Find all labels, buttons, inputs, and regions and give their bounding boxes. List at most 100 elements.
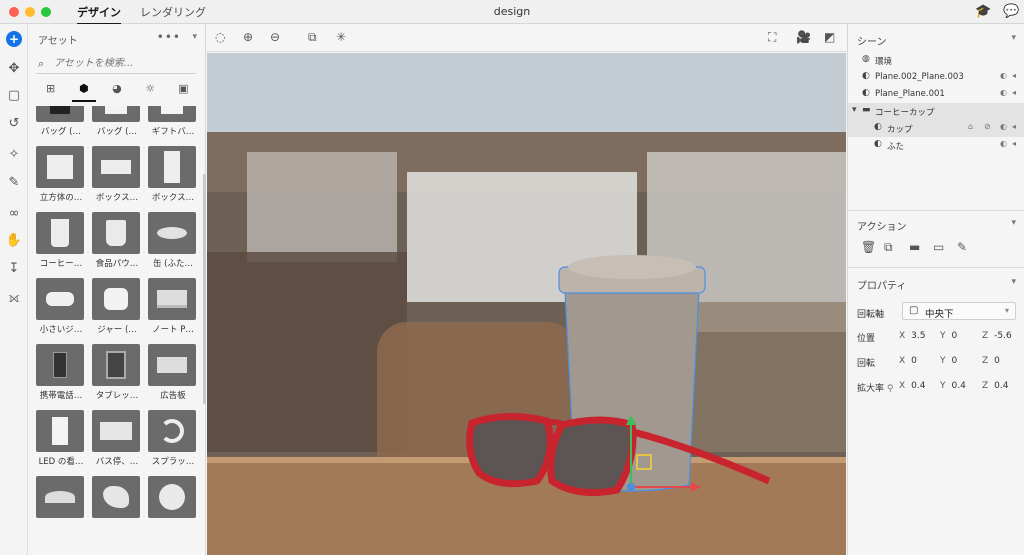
asset-item[interactable]: スプラッ…	[146, 410, 198, 468]
rotation-x-field[interactable]: X0	[899, 356, 917, 366]
asset-item[interactable]	[146, 476, 198, 534]
tab-rendering[interactable]: レンダリング	[140, 4, 206, 20]
network-icon[interactable]: ✳	[336, 30, 346, 44]
scene-item[interactable]: ◐ ふた ◐ ◂	[848, 137, 1024, 154]
asset-item[interactable]: コーヒー…	[34, 212, 86, 270]
chevron-down-icon[interactable]: ▾	[1011, 33, 1016, 43]
sunglasses[interactable]	[466, 412, 771, 497]
material-icon[interactable]: ◐	[1000, 139, 1007, 148]
link-icon[interactable]: ⚲	[884, 384, 894, 394]
minimize-window-button[interactable]	[25, 7, 35, 17]
hand-icon[interactable]: ✋	[4, 230, 24, 250]
magic-wand-icon[interactable]: ✧	[4, 144, 24, 164]
scale-z-field[interactable]: Z 0.4	[982, 381, 1009, 391]
position-z-field[interactable]: Z -5.6	[982, 331, 1012, 341]
material-icon[interactable]: ◐	[1000, 71, 1007, 80]
group-icon[interactable]: ▬	[909, 240, 920, 254]
assets-panel: アセット ••• ▾ ⌕ ⊞ ⬢ ◕ ☼ ▣ バッグ (… バッグ (… ギフトバ……	[28, 24, 206, 555]
asset-label: ボックス…	[95, 193, 139, 203]
position-x-field[interactable]: X 3.5	[899, 331, 926, 341]
scene-item[interactable]: ◐ カップ ⌂ ⊘ ◐ ◂	[848, 120, 1024, 137]
scene-item[interactable]: ◍ 環境	[848, 52, 1024, 69]
image-icon[interactable]: ▣	[171, 82, 195, 102]
asset-item[interactable]: ジャー (…	[90, 278, 142, 336]
delete-icon[interactable]: 🗑	[861, 240, 876, 254]
asset-label: バッグ (…	[96, 127, 138, 137]
material-icon[interactable]: ◐	[1000, 88, 1007, 97]
asset-item[interactable]: タブレッ…	[90, 344, 142, 402]
chevron-down-icon[interactable]: ▾	[192, 32, 197, 42]
asset-item[interactable]: 小さいジ…	[34, 278, 86, 336]
search-input[interactable]	[52, 55, 192, 72]
learn-icon[interactable]: 🎓	[975, 4, 991, 19]
eyedropper-icon[interactable]: ✎	[957, 240, 967, 254]
scene-item[interactable]: ▾ ▬ コーヒーカップ	[848, 103, 1024, 120]
pivot-select[interactable]: ▢ 中央下 ▾	[902, 302, 1016, 320]
subtract-selection-icon[interactable]: ⊖	[270, 30, 280, 44]
asset-item[interactable]: バッグ (…	[34, 106, 86, 138]
scale-y-field[interactable]: Y 0.4	[940, 381, 966, 391]
place-image-icon[interactable]: ⧉	[308, 30, 317, 45]
tab-design[interactable]: デザイン	[77, 4, 121, 25]
expand-icon[interactable]: ◂	[1012, 139, 1016, 148]
viewport-canvas[interactable]	[207, 53, 846, 555]
material-icon[interactable]: ◕	[105, 82, 129, 102]
asset-item[interactable]: LED の看…	[34, 410, 86, 468]
feedback-icon[interactable]: 💬	[1003, 4, 1019, 19]
asset-thumbnail	[36, 106, 84, 122]
rotation-y-field[interactable]: Y0	[940, 356, 957, 366]
library-icon[interactable]: ⊞	[39, 82, 63, 102]
expand-icon[interactable]: ◂	[1012, 71, 1016, 80]
model-icon[interactable]: ⬢	[71, 82, 96, 102]
lock-icon[interactable]: ⌂	[968, 122, 973, 131]
asset-scrollbar[interactable]	[203, 174, 206, 404]
chevron-down-icon[interactable]: ▾	[852, 105, 857, 115]
chevron-down-icon[interactable]: ▾	[1011, 218, 1016, 228]
asset-item[interactable]: ボックス…	[146, 146, 198, 204]
asset-search: ⌕	[36, 54, 196, 74]
eyedropper-icon[interactable]: ✎	[4, 172, 24, 192]
asset-item[interactable]: バッグ (…	[90, 106, 142, 138]
histogram-icon[interactable]: ◩	[824, 30, 835, 44]
link-icon[interactable]: ∞	[4, 203, 24, 223]
undo-rotate-icon[interactable]: ↺	[4, 113, 24, 133]
material-icon[interactable]: ◐	[1000, 122, 1007, 131]
visibility-icon[interactable]: ⊘	[984, 122, 991, 131]
scale-x-field[interactable]: X 0.4	[899, 381, 926, 391]
scene-item[interactable]: ◐ Plane_Plane.001 ◐ ◂	[848, 86, 1024, 103]
expand-icon[interactable]: ◂	[1012, 122, 1016, 131]
asset-item[interactable]: 広告板	[146, 344, 198, 402]
ungroup-icon[interactable]: ▭	[933, 240, 944, 254]
light-icon[interactable]: ☼	[138, 82, 162, 102]
expand-icon[interactable]: ◂	[1012, 88, 1016, 97]
close-window-button[interactable]	[9, 7, 19, 17]
camera-icon[interactable]: 🎥	[796, 30, 811, 44]
more-options-icon[interactable]: •••	[157, 30, 181, 44]
asset-item[interactable]: 携帯電話…	[34, 344, 86, 402]
add-icon[interactable]: +	[6, 31, 22, 47]
asset-item[interactable]	[34, 476, 86, 534]
divider	[848, 267, 1024, 268]
measure-icon[interactable]: ⟗	[4, 288, 24, 308]
chevron-down-icon[interactable]: ▾	[1011, 277, 1016, 287]
rotation-z-field[interactable]: Z0	[982, 356, 1000, 366]
select-icon[interactable]: ✥	[4, 58, 24, 78]
fit-icon[interactable]: ⛶	[768, 30, 776, 45]
asset-item[interactable]: ギフトバ…	[146, 106, 198, 138]
zoom-window-button[interactable]	[41, 7, 51, 17]
asset-item[interactable]: ボックス…	[90, 146, 142, 204]
scene-item[interactable]: ◐ Plane.002_Plane.003 ◐ ◂	[848, 69, 1024, 86]
asset-item[interactable]: バス停、…	[90, 410, 142, 468]
asset-item[interactable]: 立方体の…	[34, 146, 86, 204]
asset-item[interactable]	[90, 476, 142, 534]
position-label: 位置	[857, 334, 876, 344]
frame-icon[interactable]: ▢	[4, 85, 24, 105]
add-selection-icon[interactable]: ⊕	[243, 30, 253, 44]
select-circle-icon[interactable]: ◌	[215, 30, 225, 44]
duplicate-icon[interactable]: ⧉	[884, 240, 893, 255]
asset-item[interactable]: 食品パウ…	[90, 212, 142, 270]
arrow-down-icon[interactable]: ↧	[4, 258, 24, 278]
position-y-field[interactable]: Y0	[940, 331, 957, 341]
asset-item[interactable]: 缶 (ふた…	[146, 212, 198, 270]
asset-item[interactable]: ノート P…	[146, 278, 198, 336]
